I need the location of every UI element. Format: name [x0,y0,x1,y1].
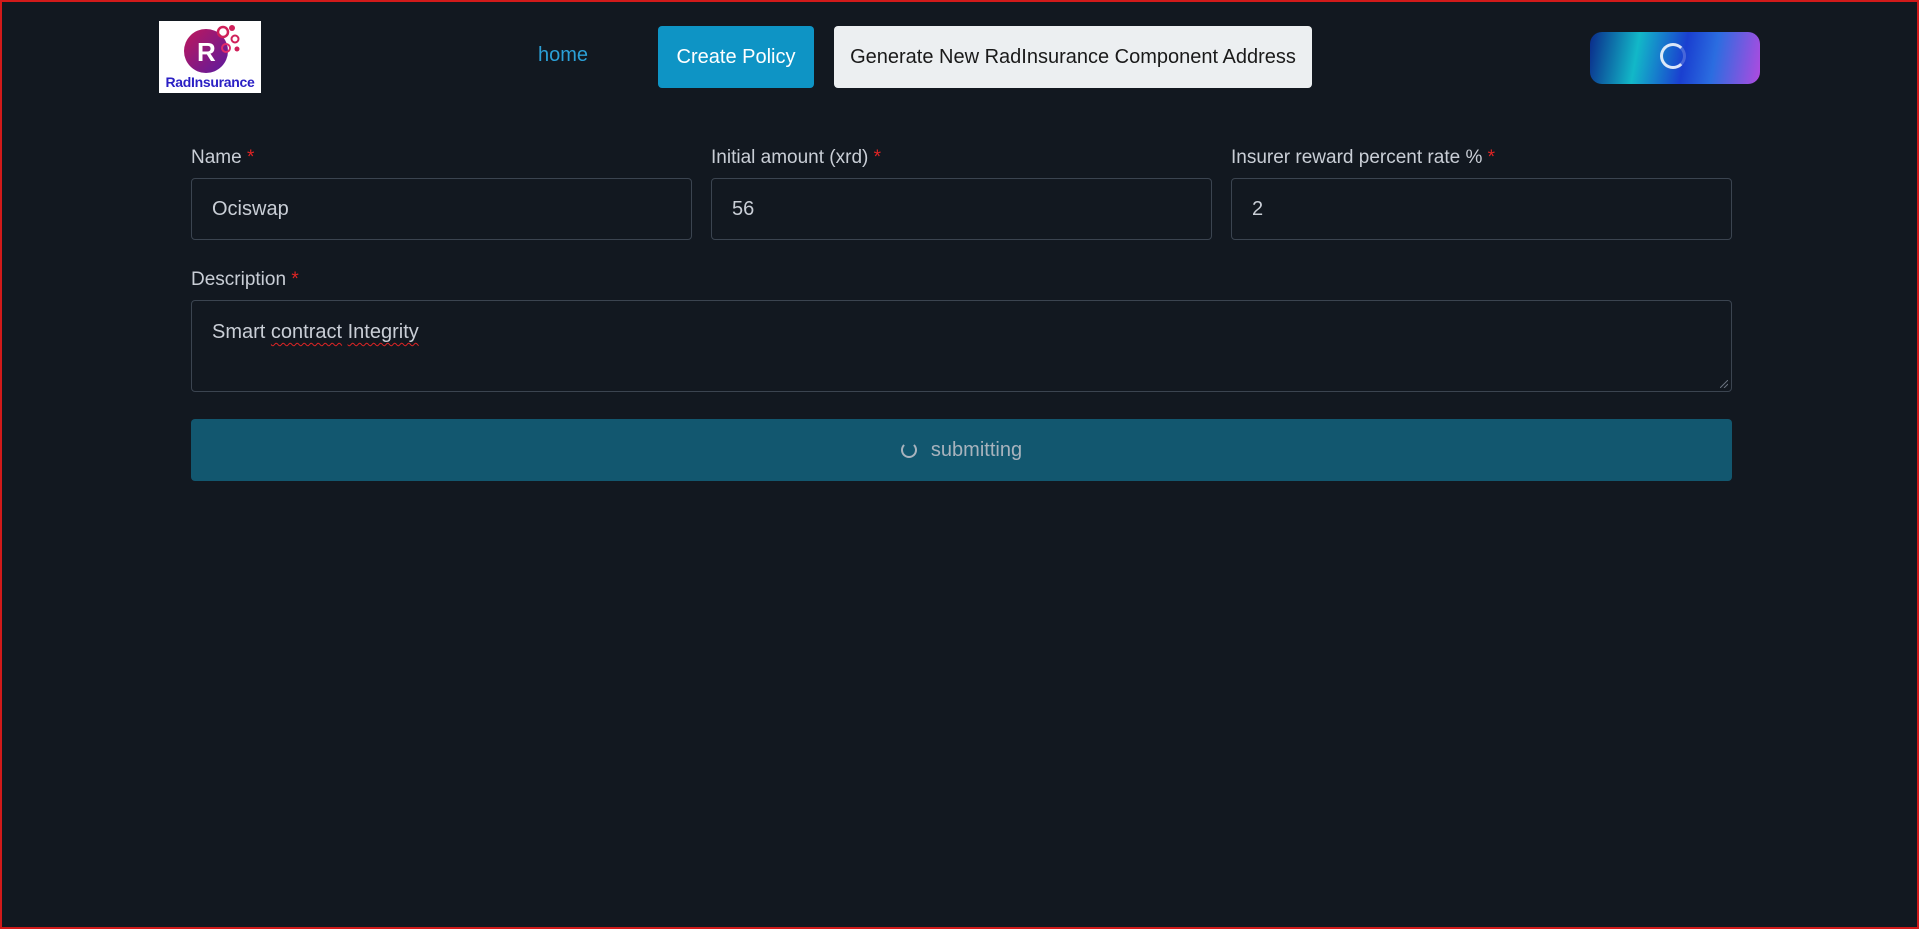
initial-amount-label: Initial amount (xrd) * [711,147,881,169]
required-mark: * [873,147,882,168]
resize-grip-icon[interactable] [1720,380,1728,388]
logo-text: RadInsurance [165,74,255,90]
submit-button-label: submitting [930,438,1023,461]
description-word-misspelled: Integrity [347,321,419,343]
name-label-text: Name [191,147,242,168]
name-input[interactable] [191,178,692,240]
nav-home-link[interactable]: home [538,44,588,67]
required-mark: * [291,269,299,290]
reward-rate-input[interactable] [1231,178,1732,240]
logo-mark-icon: R [184,25,240,73]
required-mark: * [246,147,255,168]
create-policy-button[interactable]: Create Policy [658,26,814,88]
initial-amount-input[interactable] [711,178,1212,240]
description-word-misspelled: contract [270,321,343,343]
initial-amount-label-text: Initial amount (xrd) [711,147,869,168]
svg-text:R: R [197,37,216,67]
description-word: Smart [212,321,266,343]
description-label: Description * [191,269,299,291]
generate-component-address-button[interactable]: Generate New RadInsurance Component Addr… [834,26,1312,88]
required-mark: * [1487,147,1496,168]
submit-button[interactable]: submitting [191,419,1732,481]
reward-rate-label-text: Insurer reward percent rate % [1231,147,1483,168]
wallet-connect-button[interactable] [1590,32,1760,84]
description-label-text: Description [191,269,287,290]
description-textarea[interactable]: Smart contract Integrity [191,300,1732,392]
reward-rate-label: Insurer reward percent rate % * [1231,147,1495,169]
description-text: Smart contract Integrity [212,321,419,344]
loading-spinner-icon [1660,43,1686,69]
radinsurance-logo[interactable]: R RadInsurance [159,21,261,93]
submit-spinner-icon [900,442,917,458]
name-label: Name * [191,147,254,169]
